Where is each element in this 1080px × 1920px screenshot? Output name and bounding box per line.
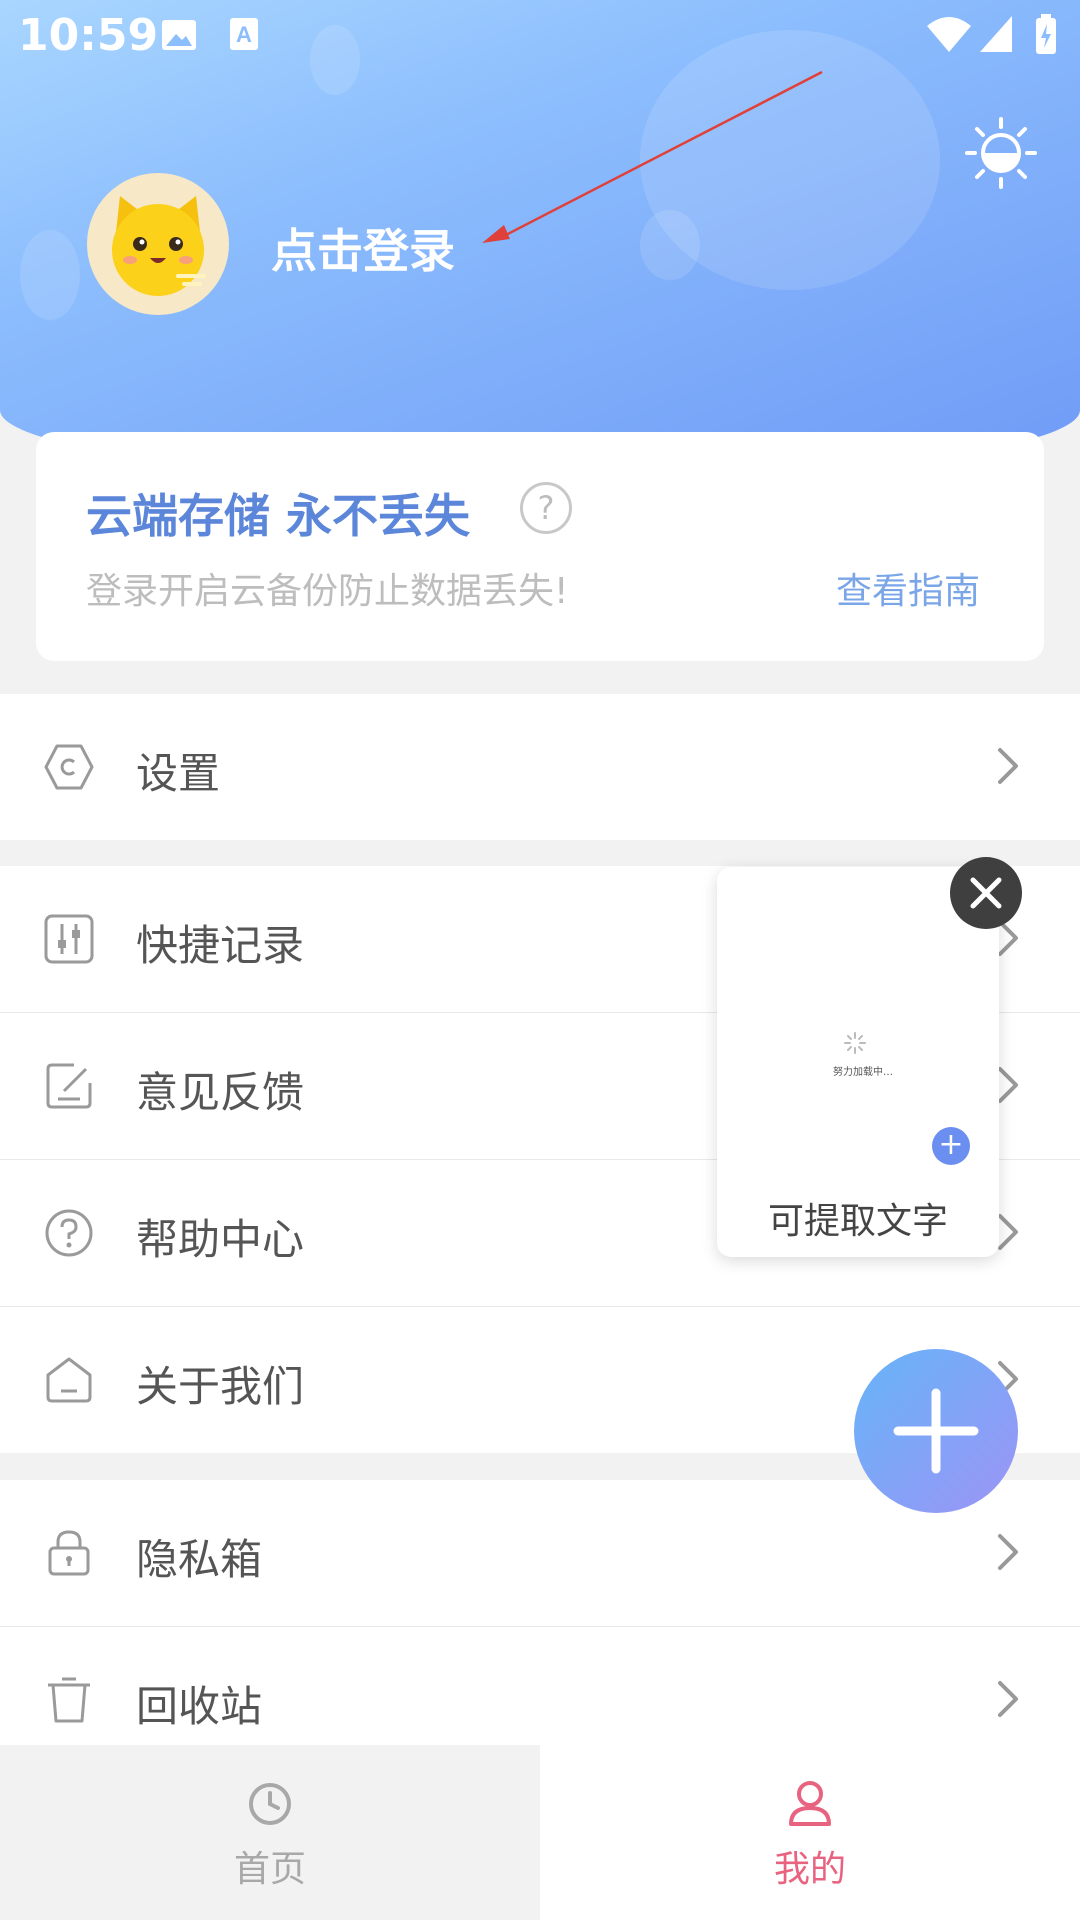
close-popup-button[interactable] <box>950 857 1022 929</box>
trash-icon <box>48 1677 90 1723</box>
view-guide-link[interactable]: 查看指南 <box>836 562 980 614</box>
menu-label: 隐私箱 <box>136 1535 263 1584</box>
bottom-nav: 首页 我的 <box>0 1745 1080 1920</box>
login-button[interactable]: 点击登录 <box>271 215 455 281</box>
theme-toggle-icon[interactable] <box>963 115 1039 191</box>
tab-mine-label: 我的 <box>773 1849 846 1890</box>
cloud-card-subtitle: 登录开启云备份防止数据丢失! <box>86 571 569 612</box>
cat-avatar-icon <box>112 196 206 296</box>
svg-text:A: A <box>236 22 252 47</box>
cloud-card-title: 云端存储 永不丢失 <box>86 489 471 543</box>
menu-label: 回收站 <box>136 1682 263 1731</box>
menu-group-settings: 设置 <box>0 694 1080 840</box>
signal-icon <box>980 16 1012 52</box>
close-icon <box>970 877 1002 909</box>
sliders-icon <box>44 914 94 964</box>
menu-label: 关于我们 <box>136 1362 305 1411</box>
battery-icon <box>1036 14 1056 54</box>
user-icon <box>789 1781 831 1826</box>
edit-icon <box>46 1063 92 1109</box>
chevron-right-icon <box>998 1534 1018 1570</box>
help-icon[interactable]: ? <box>520 482 572 534</box>
header-decoration <box>310 25 360 95</box>
header-decoration <box>20 230 80 320</box>
tab-home-label: 首页 <box>233 1849 306 1890</box>
loading-spinner-icon <box>844 1032 866 1054</box>
chevron-right-icon <box>998 1681 1018 1717</box>
extract-text-label: 可提取文字 <box>767 1201 948 1242</box>
wifi-icon <box>927 17 971 52</box>
menu-label: 意见反馈 <box>136 1068 305 1117</box>
menu-label: 快捷记录 <box>136 921 305 970</box>
arrow-annotation <box>482 70 823 243</box>
menu-label: 帮助中心 <box>136 1215 305 1264</box>
status-time: 10:59 <box>18 10 159 61</box>
gallery-icon <box>162 20 196 50</box>
add-fab-button[interactable] <box>854 1349 1018 1513</box>
chevron-right-icon <box>998 748 1018 784</box>
avatar[interactable] <box>87 173 229 315</box>
font-app-icon: A <box>230 18 258 50</box>
clock-icon <box>249 1783 291 1825</box>
cloud-storage-card: 云端存储 永不丢失 ? 登录开启云备份防止数据丢失! 查看指南 <box>36 432 1044 661</box>
hexagon-settings-icon <box>44 744 94 790</box>
tab-mine[interactable]: 我的 <box>540 1745 1080 1920</box>
question-circle-icon <box>45 1209 93 1257</box>
tab-home[interactable]: 首页 <box>0 1745 540 1920</box>
menu-label: 设置 <box>136 749 221 798</box>
home-icon <box>46 1357 92 1403</box>
loading-text: 努力加载中… <box>833 1067 893 1078</box>
lock-icon <box>48 1530 90 1576</box>
plus-icon <box>893 1388 979 1474</box>
menu-group-storage: 隐私箱 回收站 <box>0 1480 1080 1773</box>
add-button[interactable]: + <box>932 1127 970 1165</box>
menu-item-settings[interactable]: 设置 <box>0 694 1080 840</box>
